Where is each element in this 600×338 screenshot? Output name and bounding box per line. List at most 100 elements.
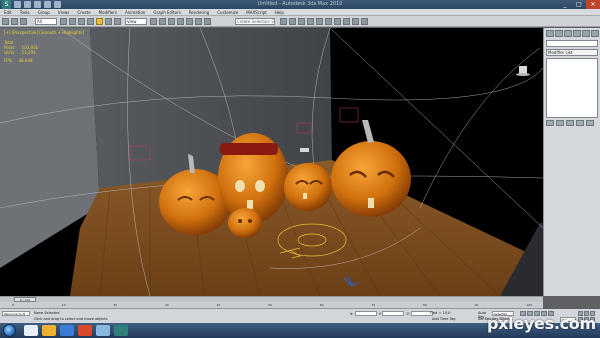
manipulate-icon[interactable] <box>159 18 166 25</box>
undo-icon[interactable] <box>44 1 51 8</box>
command-panel-tabs <box>546 30 599 37</box>
link-icon[interactable] <box>20 18 27 25</box>
add-time-tag-button[interactable]: Add Time Tag <box>432 317 456 321</box>
modifier-list-dropdown[interactable]: Modifier List <box>546 49 598 56</box>
hierarchy-tab-icon[interactable] <box>564 30 572 37</box>
pumpkin-tall-center[interactable] <box>218 133 288 223</box>
rectangle-select-icon[interactable] <box>78 18 85 25</box>
menu-rendering[interactable]: Rendering <box>189 9 209 15</box>
align-icon[interactable] <box>289 18 296 25</box>
pumpkin-middle-right[interactable] <box>284 163 332 211</box>
menu-graph-editors[interactable]: Graph Editors <box>153 9 180 15</box>
make-unique-icon[interactable] <box>566 120 574 126</box>
mirror-icon[interactable] <box>280 18 287 25</box>
menu-animation[interactable]: Animation <box>125 9 145 15</box>
minimize-button[interactable]: _ <box>558 0 572 9</box>
redo-icon[interactable] <box>54 1 61 8</box>
pin-stack-icon[interactable] <box>546 120 554 126</box>
show-end-result-icon[interactable] <box>556 120 564 126</box>
stat-label: FPS: <box>4 58 13 63</box>
taskbar-pinned-apps <box>24 325 128 336</box>
schematic-view-icon[interactable] <box>325 18 332 25</box>
maximize-button[interactable]: □ <box>572 0 586 9</box>
select-move-icon[interactable] <box>96 18 103 25</box>
light-icon[interactable] <box>300 148 309 152</box>
scene-render <box>0 28 543 296</box>
select-rotate-icon[interactable] <box>105 18 112 25</box>
select-object-icon[interactable] <box>60 18 67 25</box>
browser-taskbar-icon[interactable] <box>60 325 74 336</box>
menu-group[interactable]: Group <box>38 9 50 15</box>
perspective-viewport[interactable]: [+] [Perspective] [Smooth + Highlights] … <box>0 28 543 296</box>
save-icon[interactable] <box>34 1 41 8</box>
reference-coordinate-dropdown[interactable]: View <box>125 18 147 25</box>
pivot-icon[interactable] <box>150 18 157 25</box>
spinner-snap-icon[interactable] <box>195 18 202 25</box>
curve-editor-icon[interactable] <box>316 18 323 25</box>
photoshop-taskbar-icon[interactable] <box>96 325 110 336</box>
grid-size: Grid = 10.0 <box>430 311 451 315</box>
create-tab-icon[interactable] <box>546 30 554 37</box>
quick-access-toolbar <box>14 1 61 8</box>
hat-icon[interactable] <box>516 66 530 76</box>
menu-help[interactable]: Help <box>275 9 284 15</box>
layer-manager-icon[interactable] <box>298 18 305 25</box>
y-label: Y: <box>378 311 382 316</box>
snap-toggle-icon[interactable] <box>168 18 175 25</box>
graphite-toggle-icon[interactable] <box>307 18 314 25</box>
redo-button-icon[interactable] <box>11 18 18 25</box>
window-controls: _ □ ✕ <box>558 0 600 9</box>
media-player-taskbar-icon[interactable] <box>78 325 92 336</box>
app-logo-icon[interactable]: S <box>2 0 11 9</box>
remove-modifier-icon[interactable] <box>576 120 584 126</box>
z-label: Z: <box>406 311 411 316</box>
open-file-icon[interactable] <box>24 1 31 8</box>
motion-tab-icon[interactable] <box>573 30 581 37</box>
viewport-label[interactable]: [+] [Perspective] [Smooth + Highlights] <box>4 30 84 35</box>
render-production-icon[interactable] <box>361 18 368 25</box>
utilities-tab-icon[interactable] <box>591 30 599 37</box>
rendered-frame-icon[interactable] <box>352 18 359 25</box>
pumpkin-small-front[interactable] <box>228 208 262 238</box>
edit-named-selection-icon[interactable] <box>204 18 211 25</box>
percent-snap-icon[interactable] <box>186 18 193 25</box>
menu-maxscript[interactable]: MAXScript <box>246 9 267 15</box>
tick-label: 90 <box>474 303 479 307</box>
maxscript-listener-field[interactable]: Welcome to M <box>2 311 30 316</box>
close-button[interactable]: ✕ <box>586 0 600 9</box>
menu-customize[interactable]: Customize <box>217 9 238 15</box>
start-button-icon[interactable] <box>3 324 16 337</box>
stat-value: 53,293 <box>21 50 36 55</box>
angle-snap-icon[interactable] <box>177 18 184 25</box>
tick-label: 10 <box>61 303 66 307</box>
app-window: S Untitled - Autodesk 3ds Max 2010 _ □ ✕… <box>0 0 600 338</box>
track-bar[interactable]: 0 10 20 30 40 50 60 70 80 90 100 <box>0 302 543 309</box>
select-scale-icon[interactable] <box>114 18 121 25</box>
3dsmax-taskbar-icon[interactable] <box>114 325 128 336</box>
display-tab-icon[interactable] <box>582 30 590 37</box>
undo-button-icon[interactable] <box>2 18 9 25</box>
x-coordinate: X: <box>350 311 377 316</box>
named-selection-set-field[interactable]: Create Selection Se <box>235 18 275 25</box>
new-file-icon[interactable] <box>14 1 21 8</box>
folder-taskbar-icon[interactable] <box>42 325 56 336</box>
selection-filter-dropdown[interactable]: All <box>35 18 57 25</box>
menu-edit[interactable]: Edit <box>4 9 12 15</box>
menu-tools[interactable]: Tools <box>20 9 30 15</box>
window-crossing-icon[interactable] <box>87 18 94 25</box>
object-name-field[interactable] <box>546 40 598 47</box>
y-field[interactable] <box>382 311 405 316</box>
modifier-stack[interactable] <box>546 58 598 118</box>
menu-create[interactable]: Create <box>77 9 90 15</box>
prompt-line: Click and drag to select and move object… <box>34 317 108 321</box>
render-setup-icon[interactable] <box>343 18 350 25</box>
explorer-taskbar-icon[interactable] <box>24 325 38 336</box>
menu-views[interactable]: Views <box>58 9 70 15</box>
select-by-name-icon[interactable] <box>69 18 76 25</box>
selection-tools <box>60 18 121 25</box>
modify-tab-icon[interactable] <box>555 30 563 37</box>
material-editor-icon[interactable] <box>334 18 341 25</box>
configure-sets-icon[interactable] <box>586 120 594 126</box>
x-field[interactable] <box>354 311 377 316</box>
menu-modifiers[interactable]: Modifiers <box>99 9 117 15</box>
